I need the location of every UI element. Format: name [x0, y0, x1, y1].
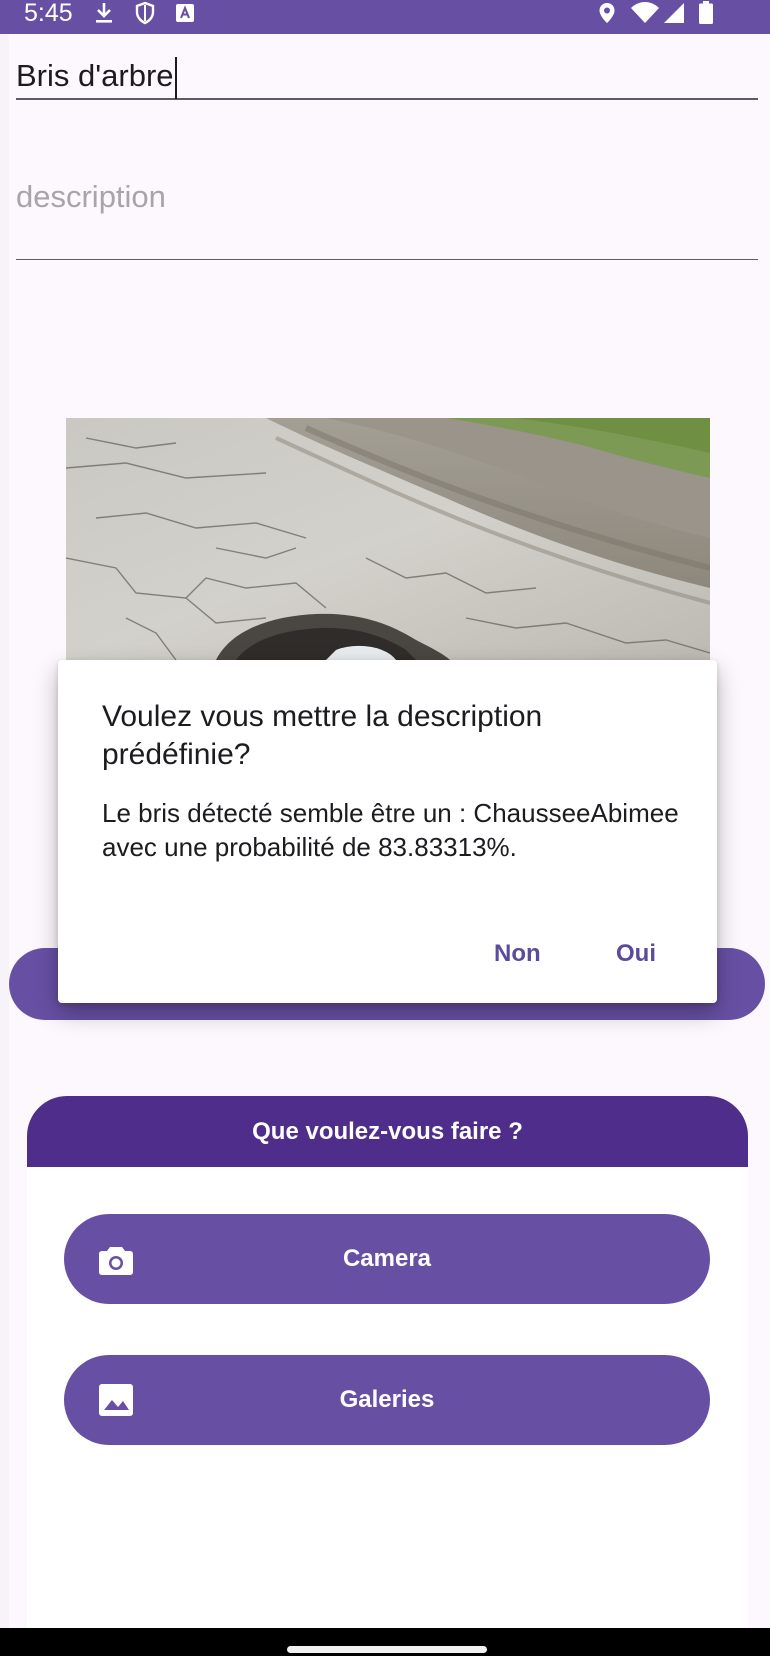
download-icon — [92, 0, 116, 26]
sheet-header: Que voulez-vous faire ? — [27, 1096, 748, 1167]
font-a-icon — [174, 0, 196, 26]
navigation-bar — [0, 1628, 770, 1656]
gallery-button-label: Galeries — [339, 1386, 435, 1413]
dialog-title: Voulez vous mettre la description prédéf… — [102, 700, 543, 771]
action-sheet: Que voulez-vous faire ? Camera Galeries — [27, 1096, 748, 1656]
dialog-no-button[interactable]: Non — [494, 930, 541, 978]
camera-button-label: Camera — [342, 1245, 432, 1272]
title-input-value: Bris d'arbre — [16, 58, 174, 93]
camera-button[interactable]: Camera — [64, 1214, 710, 1304]
road-pothole-photo — [66, 418, 710, 660]
wifi-icon — [630, 0, 660, 26]
text-caret — [174, 56, 177, 99]
status-time: 5:45 — [24, 0, 73, 27]
confirm-dialog: Voulez vous mettre la description prédéf… — [58, 660, 717, 1003]
status-bar: 5:45 — [0, 0, 770, 34]
home-gesture-handle[interactable] — [287, 1646, 487, 1653]
location-icon — [596, 0, 618, 26]
window-edge — [0, 34, 9, 1628]
description-input[interactable]: description — [16, 168, 758, 260]
gallery-button[interactable]: Galeries — [64, 1355, 710, 1445]
shield-icon — [133, 0, 157, 26]
battery-icon — [698, 0, 714, 26]
title-input[interactable]: Bris d'arbre — [16, 52, 758, 100]
description-placeholder: description — [16, 179, 166, 214]
signal-icon — [662, 0, 686, 26]
dialog-yes-button[interactable]: Oui — [616, 930, 656, 978]
dialog-message: Le bris détecté semble être un : Chausse… — [102, 798, 679, 862]
